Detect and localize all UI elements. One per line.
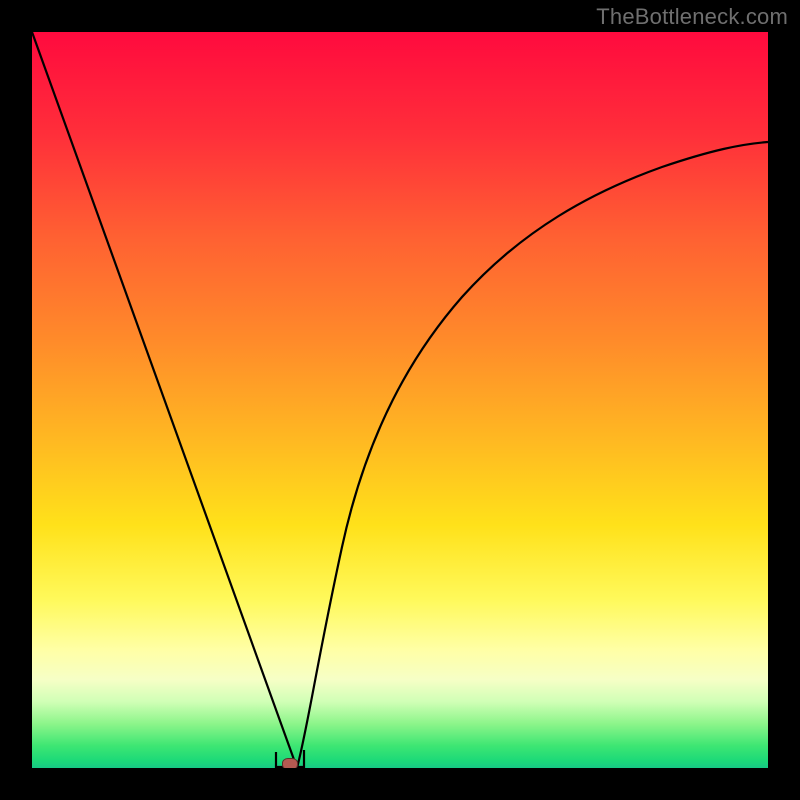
watermark-text: TheBottleneck.com — [596, 4, 788, 30]
curve-svg — [32, 32, 768, 768]
curve-right-path — [297, 142, 768, 768]
chart-frame: TheBottleneck.com — [0, 0, 800, 800]
plot-area — [32, 32, 768, 768]
curve-left-path — [32, 32, 297, 768]
minimum-marker — [282, 758, 298, 768]
